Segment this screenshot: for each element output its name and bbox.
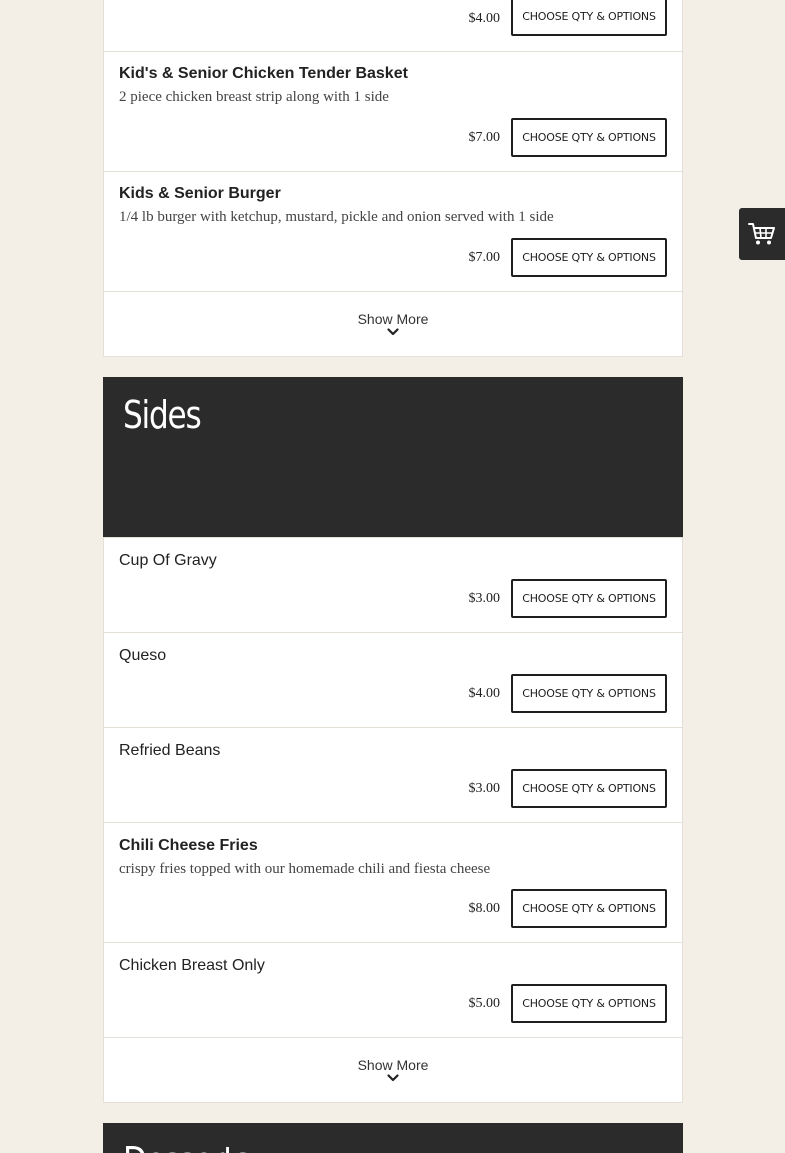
shopping-cart-icon (748, 223, 775, 245)
item-price: $5.00 (468, 996, 501, 1011)
item-name: Refried Beans (119, 742, 221, 759)
section-header-sides: Sides (103, 377, 683, 537)
item-price: $8.00 (468, 901, 501, 916)
choose-qty-options-button[interactable]: CHOOSE QTY & OPTIONS (511, 0, 667, 36)
menu-item: Queso $4.00 CHOOSE QTY & OPTIONS (104, 633, 682, 728)
section-title: Desserts (123, 1139, 250, 1153)
item-price: $4.00 (468, 11, 501, 26)
item-name: Chicken Breast Only (119, 957, 265, 974)
show-more-button[interactable]: Show More (104, 292, 682, 356)
choose-qty-options-button[interactable]: CHOOSE QTY & OPTIONS (511, 769, 667, 808)
chevron-down-icon (387, 328, 399, 336)
item-name: Cup Of Gravy (119, 552, 217, 569)
item-price: $4.00 (468, 686, 501, 701)
menu-item: Chicken Breast Only $5.00 CHOOSE QTY & O… (104, 943, 682, 1038)
chevron-down-icon (387, 1074, 399, 1082)
show-more-button[interactable]: Show More (104, 1038, 682, 1102)
cart-button[interactable] (739, 208, 785, 260)
choose-qty-options-button[interactable]: CHOOSE QTY & OPTIONS (511, 984, 667, 1023)
item-price: $3.00 (468, 781, 501, 796)
show-more-label: Show More (357, 311, 429, 327)
sides-card: Cup Of Gravy $3.00 CHOOSE QTY & OPTIONS … (103, 537, 683, 1103)
item-description: 2 piece chicken breast strip along with … (119, 89, 389, 105)
item-description: crispy fries topped with our homemade ch… (119, 861, 491, 877)
menu-item: Kids & Senior Burger 1/4 lb burger with … (104, 172, 682, 292)
choose-qty-options-button[interactable]: CHOOSE QTY & OPTIONS (511, 238, 667, 277)
section-title: Sides (123, 393, 202, 437)
item-price: $3.00 (468, 591, 501, 606)
item-name: Queso (119, 647, 167, 664)
item-price: $7.00 (468, 130, 501, 145)
show-more-label: Show More (357, 1057, 429, 1073)
item-description: 1/4 lb burger with ketchup, mustard, pic… (119, 209, 554, 225)
menu-item: Refried Beans $3.00 CHOOSE QTY & OPTIONS (104, 728, 682, 823)
choose-qty-options-button[interactable]: CHOOSE QTY & OPTIONS (511, 889, 667, 928)
menu-item: Cup Of Gravy $3.00 CHOOSE QTY & OPTIONS (104, 538, 682, 633)
menu-item: Chili Cheese Fries crispy fries topped w… (104, 823, 682, 943)
choose-qty-options-button[interactable]: CHOOSE QTY & OPTIONS (511, 674, 667, 713)
item-name: Chili Cheese Fries (119, 837, 258, 854)
choose-qty-options-button[interactable]: CHOOSE QTY & OPTIONS (511, 118, 667, 157)
item-name: Kids & Senior Burger (119, 185, 281, 202)
section-header-desserts: Desserts (103, 1123, 683, 1153)
choose-qty-options-button[interactable]: CHOOSE QTY & OPTIONS (511, 579, 667, 618)
item-price: $7.00 (468, 250, 501, 265)
menu-item: Kid's & Senior Chicken Tender Basket 2 p… (104, 52, 682, 172)
kids-menu-card: $4.00 CHOOSE QTY & OPTIONS Kid's & Senio… (103, 0, 683, 357)
item-name: Kid's & Senior Chicken Tender Basket (119, 65, 408, 82)
menu-item: $4.00 CHOOSE QTY & OPTIONS (104, 0, 682, 52)
